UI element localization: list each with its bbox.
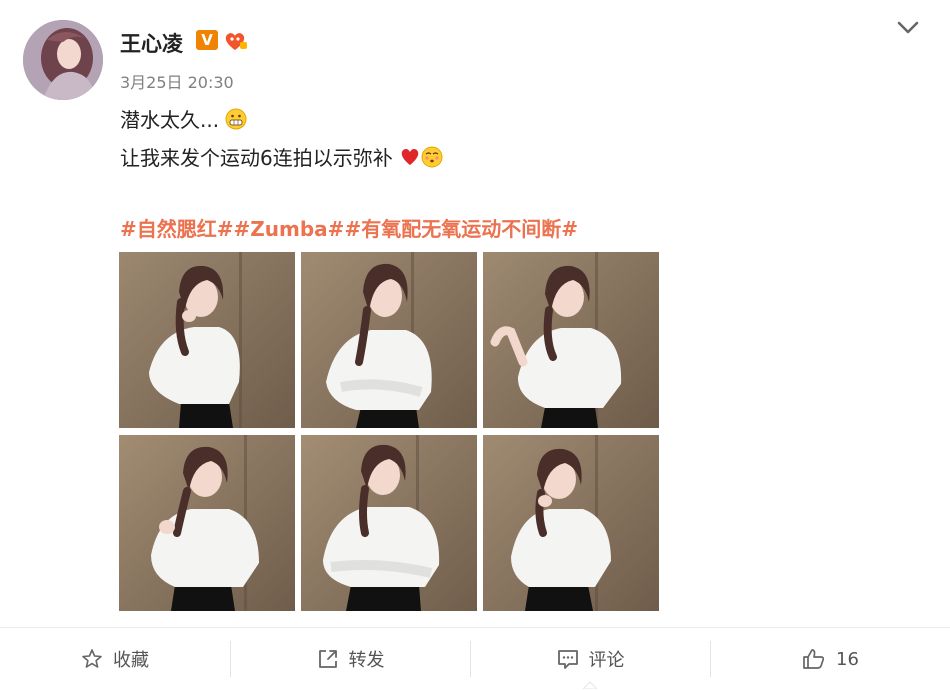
comment-icon <box>557 648 579 670</box>
photo-thumbnail[interactable] <box>119 435 295 611</box>
photo-thumbnail[interactable] <box>483 252 659 428</box>
photo-thumbnail[interactable] <box>119 252 295 428</box>
hashtags: #自然腮红##Zumba##有氧配无氧运动不间断# <box>120 213 578 242</box>
hashtag-link[interactable]: #自然腮红# <box>120 217 234 241</box>
chevron-down-icon[interactable] <box>895 18 921 38</box>
repost-button[interactable]: 转发 <box>231 628 470 690</box>
post-time[interactable]: 3月25日 20:30 <box>120 69 234 93</box>
heart-emoji-icon <box>399 146 421 173</box>
post-text: 潜水太久... <box>120 108 220 132</box>
favorite-button[interactable]: 收藏 <box>0 628 230 690</box>
like-button[interactable]: 16 <box>711 628 950 690</box>
post-text: 让我来发个运动6连拍以示弥补 <box>120 146 393 170</box>
hashtag-link[interactable]: #有氧配无氧运动不间断# <box>344 217 578 241</box>
kiss-emoji-icon <box>421 146 443 173</box>
star-icon <box>81 648 103 670</box>
hashtag-link[interactable]: #Zumba# <box>234 217 345 241</box>
repost-label: 转发 <box>348 650 385 671</box>
post-text-line-2: 让我来发个运动6连拍以示弥补 <box>120 142 443 173</box>
action-bar: 收藏 转发 评论 16 <box>0 627 950 690</box>
thumbs-up-icon <box>802 648 826 670</box>
photo-thumbnail[interactable] <box>301 252 477 428</box>
photo-grid <box>119 252 660 611</box>
user-badges: V <box>196 30 248 52</box>
post-text-line-1: 潜水太久... <box>120 104 247 135</box>
fan-badge-icon[interactable] <box>222 30 248 52</box>
like-count: 16 <box>836 648 859 670</box>
avatar[interactable] <box>23 20 103 100</box>
weibo-post-card: 王心凌 V 3月25日 20:30 潜水太久... 让我来发个运动6连拍以示弥补… <box>0 0 950 690</box>
comment-label: 评论 <box>588 650 625 671</box>
verified-badge-icon[interactable]: V <box>196 30 218 50</box>
username[interactable]: 王心凌 <box>120 28 183 58</box>
photo-thumbnail[interactable] <box>301 435 477 611</box>
comment-caret-icon <box>583 681 597 689</box>
share-icon <box>317 648 339 670</box>
photo-thumbnail[interactable] <box>483 435 659 611</box>
grimace-emoji-icon <box>225 108 247 135</box>
favorite-label: 收藏 <box>113 650 149 671</box>
